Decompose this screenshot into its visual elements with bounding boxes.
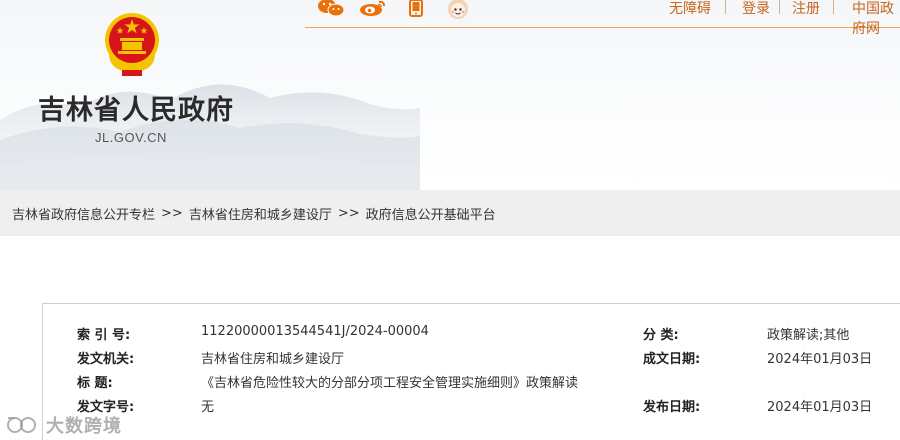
title-value: 《吉林省危险性较大的分部分项工程安全管理实施细则》政策解读 (201, 376, 579, 391)
category-label: 分 类: (643, 328, 679, 343)
published-date-value: 2024年01月03日 (767, 400, 873, 415)
watermark: 大数跨境 (6, 412, 122, 438)
category-value: 政策解读;其他 (767, 328, 850, 343)
site-domain: JL.GOV.CN (95, 130, 167, 145)
document-info-panel: 索 引 号: 11220000013544541J/2024-00004 分 类… (42, 303, 900, 440)
site-header: 吉林省人民政府 JL.GOV.CN 无障碍 登录 注册 中国政府网 (0, 0, 900, 190)
index-label: 索 引 号: (77, 328, 131, 343)
robot-assistant-icon[interactable] (445, 0, 471, 20)
header-accent-line (305, 27, 900, 28)
site-title: 吉林省人民政府 (38, 95, 234, 126)
login-link[interactable]: 登录 (742, 0, 770, 18)
breadcrumb-separator: >> (337, 205, 360, 221)
national-emblem-logo[interactable] (96, 8, 168, 80)
top-link-divider (833, 0, 834, 14)
document-number-value: 无 (201, 400, 215, 415)
breadcrumb: 吉林省政府信息公开专栏 >> 吉林省住房和城乡建设厅 >> 政府信息公开基础平台 (0, 190, 900, 236)
created-date-label: 成文日期: (643, 352, 701, 367)
info-row-title: 标 题: 《吉林省危险性较大的分部分项工程安全管理实施细则》政策解读 (43, 372, 900, 394)
breadcrumb-separator: >> (161, 205, 183, 221)
top-link-divider (779, 0, 780, 14)
info-row-index: 索 引 号: 11220000013544541J/2024-00004 分 类… (43, 324, 900, 346)
index-value: 11220000013544541J/2024-00004 (201, 324, 429, 339)
mobile-icon[interactable] (409, 0, 423, 20)
info-row-issuer: 发文机关: 吉林省住房和城乡建设厅 成文日期: 2024年01月03日 (43, 348, 900, 370)
register-link[interactable]: 注册 (792, 0, 820, 18)
breadcrumb-item-info-column[interactable]: 吉林省政府信息公开专栏 (12, 204, 155, 223)
issuer-label: 发文机关: (77, 352, 135, 367)
breadcrumb-item-housing-department[interactable]: 吉林省住房和城乡建设厅 (189, 204, 332, 223)
info-row-docno: 发文字号: 无 发布日期: 2024年01月03日 (43, 396, 900, 418)
issuer-value: 吉林省住房和城乡建设厅 (201, 352, 345, 367)
wechat-icon[interactable] (318, 0, 344, 20)
watermark-text: 大数跨境 (46, 416, 122, 437)
top-link-divider (725, 0, 726, 14)
title-label: 标 题: (77, 376, 113, 391)
created-date-value: 2024年01月03日 (767, 352, 873, 367)
china-gov-link[interactable]: 中国政府网 (852, 0, 900, 38)
accessibility-link[interactable]: 无障碍 (669, 0, 711, 18)
weibo-icon[interactable] (359, 0, 387, 20)
watermark-logo-icon (7, 417, 36, 433)
breadcrumb-item-info-platform[interactable]: 政府信息公开基础平台 (366, 204, 496, 223)
published-date-label: 发布日期: (643, 400, 701, 415)
